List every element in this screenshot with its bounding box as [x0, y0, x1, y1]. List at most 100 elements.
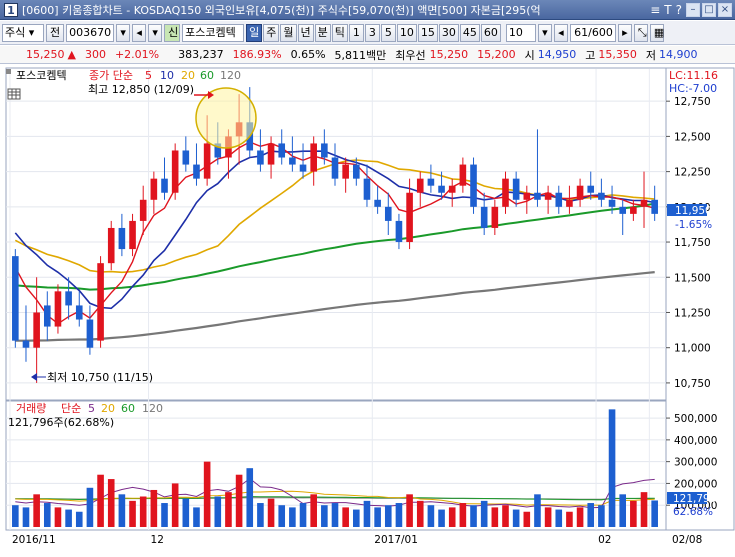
credit-icon[interactable]: 신	[164, 23, 181, 42]
interval-select[interactable]: 10	[505, 23, 536, 42]
lc-label: LC:11.16	[669, 69, 718, 82]
period-button-10[interactable]: 15	[417, 23, 438, 42]
stock-code-input[interactable]: 003670	[66, 23, 115, 42]
volume-ma-title[interactable]: 단순	[61, 402, 81, 415]
speaker-icon[interactable]: ◂	[132, 23, 147, 42]
period-button-2[interactable]: 월	[280, 23, 297, 42]
close-icon[interactable]: ×	[718, 2, 732, 17]
high-price: 15,350	[598, 48, 637, 61]
ma10-legend[interactable]: 10	[160, 69, 174, 82]
stock-chart[interactable]: 12,75012,50012,25012,00011,75011,50011,2…	[0, 65, 735, 554]
minimize-icon[interactable]: –	[686, 2, 700, 17]
period-button-9[interactable]: 10	[396, 23, 417, 42]
price-panel-stock-label[interactable]: 포스코켐텍	[16, 69, 67, 82]
ma120-legend[interactable]: 120	[220, 69, 241, 82]
turnover-rate: 0.65%	[290, 48, 326, 61]
period-button-group: 일 주 월 년 분 틱 1 3 5 10 15 30 45 60	[246, 23, 501, 42]
candle-body	[448, 185, 456, 193]
candle-body	[65, 291, 72, 306]
volume-bar	[86, 487, 94, 527]
ma60-legend[interactable]: 60	[200, 69, 214, 82]
volume-bar	[491, 507, 499, 527]
chart-area[interactable]: 12,75012,50012,25012,00011,75011,50011,2…	[0, 65, 735, 554]
candle-body	[630, 206, 637, 214]
candle-body	[566, 199, 573, 207]
x-tick-label: 02	[598, 534, 611, 546]
period-button-5[interactable]: 틱	[331, 23, 348, 42]
price-tick-label: 11,250	[674, 307, 711, 319]
panel-handle-icon[interactable]	[6, 69, 11, 74]
stock-name-field: 포스코켐텍	[182, 23, 245, 42]
ma20-legend[interactable]: 20	[181, 69, 195, 82]
vol-ma20-legend[interactable]: 20	[101, 402, 115, 415]
volume-bar	[182, 498, 190, 527]
volume-bar	[630, 500, 637, 527]
candle-body	[118, 227, 126, 250]
volume-bar	[331, 503, 339, 527]
candle-body	[384, 206, 392, 221]
volume-bar	[118, 494, 126, 527]
volume-bar	[310, 494, 317, 527]
ma-title[interactable]: 종가 단순	[89, 69, 133, 82]
volume-title[interactable]: 거래량	[16, 402, 46, 415]
help-icon[interactable]: ?	[676, 3, 682, 17]
scroll-right-icon[interactable]: ▸	[617, 23, 632, 42]
window-number-badge[interactable]: 1	[4, 2, 18, 17]
x-tick-label: 02/08	[672, 534, 702, 546]
grid-icon[interactable]: ▦	[649, 23, 664, 42]
table-icon[interactable]	[7, 88, 21, 100]
bid-price: 15,200	[477, 48, 516, 61]
volume-bar	[193, 507, 200, 527]
candle-body	[427, 178, 435, 186]
candle-body	[470, 164, 477, 207]
candle-body	[491, 206, 499, 228]
candle-body	[555, 192, 563, 207]
period-button-4[interactable]: 분	[314, 23, 331, 42]
volume-bar	[54, 507, 62, 527]
volume-bar	[566, 511, 573, 527]
maximize-icon[interactable]: □	[702, 2, 716, 17]
ma5-legend[interactable]: 5	[145, 69, 152, 82]
up-arrow-icon: ▲	[67, 48, 76, 61]
volume-bar	[321, 505, 328, 527]
candle-body	[97, 263, 104, 341]
period-button-7[interactable]: 3	[364, 23, 380, 42]
period-button-3[interactable]: 년	[297, 23, 314, 42]
candle-body	[640, 199, 648, 207]
period-button-6[interactable]: 1	[348, 23, 364, 42]
period-button-0[interactable]: 일	[246, 23, 263, 42]
volume-bar	[33, 494, 40, 527]
font-icon[interactable]: T	[664, 3, 671, 17]
period-button-12[interactable]: 45	[459, 23, 480, 42]
x-tick-label: 2016/11	[12, 534, 56, 546]
volume-pct-tag: 62.68%	[673, 506, 713, 518]
current-price: 15,250	[26, 48, 65, 61]
period-button-8[interactable]: 5	[380, 23, 396, 42]
market-type-select[interactable]: 주식 ▾	[2, 23, 44, 42]
period-button-1[interactable]: 주	[263, 23, 280, 42]
scroll-left-icon[interactable]: ◂	[553, 23, 568, 42]
menu-icon[interactable]: ≡	[650, 3, 660, 17]
data-count-field[interactable]: 61/600	[569, 23, 616, 42]
vol-ma5-legend[interactable]: 5	[88, 402, 95, 415]
price-tick-label: 11,750	[674, 237, 711, 249]
open-label: 시	[524, 48, 535, 62]
vol-ma120-legend[interactable]: 120	[142, 402, 163, 415]
period-button-11[interactable]: 30	[438, 23, 459, 42]
chevron-down-icon[interactable]: ▾	[537, 23, 552, 42]
candle-body	[171, 150, 179, 193]
fit-icon[interactable]: ⤡	[633, 23, 648, 42]
volume-bar	[544, 507, 552, 527]
chevron-down-icon[interactable]: ▾	[148, 23, 163, 42]
vol-ma60-legend[interactable]: 60	[121, 402, 135, 415]
candle-body	[299, 164, 307, 172]
candle-body	[480, 206, 488, 228]
change-rate: +2.01%	[114, 48, 160, 61]
volume-value: 383,237	[178, 48, 224, 61]
price-tick-label: 10,750	[674, 378, 711, 390]
candle-body	[619, 206, 627, 214]
search-icon[interactable]: ▾	[116, 23, 131, 42]
prev-button[interactable]: 전	[46, 23, 65, 42]
period-button-13[interactable]: 60	[480, 23, 501, 42]
current-change-tag: -1.65%	[675, 219, 712, 231]
